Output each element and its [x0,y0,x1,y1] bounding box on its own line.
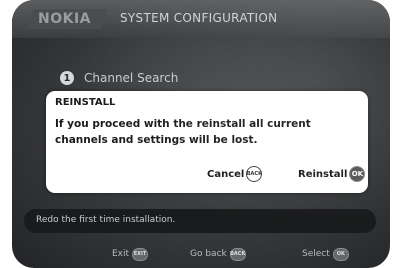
back-key-label: BACK [246,171,262,177]
exit-key-icon: EXIT [132,247,149,261]
menu-item-channel-search[interactable]: 1 Channel Search [60,68,178,88]
reinstall-button[interactable]: Reinstall OK [298,165,366,183]
cancel-label: Cancel [207,168,245,180]
reinstall-dialog: REINSTALL If you proceed with the reinst… [46,91,368,193]
ok-key-icon: OK [349,166,366,182]
exit-label: Exit [112,249,130,259]
page-title: SYSTEM CONFIGURATION [120,11,278,25]
cancel-button[interactable]: Cancel BACK [207,165,263,183]
menu-item-label: Channel Search [84,71,179,85]
ok-key-icon: OK [332,247,349,261]
help-text: Redo the first time installation. [36,215,176,225]
menu-item-number: 1 [60,71,74,85]
back-key-icon: BACK [246,166,263,182]
select-label: Select [302,249,330,259]
tv-screen: NOKIA SYSTEM CONFIGURATION 1 Channel Sea… [12,0,390,268]
dialog-title: REINSTALL [55,97,116,108]
brand-name: NOKIA [38,11,92,27]
back-key-label: BACK [230,251,246,257]
back-key-icon: BACK [229,247,246,261]
header-bar: NOKIA SYSTEM CONFIGURATION [12,0,390,38]
brand-logo: NOKIA [26,9,108,29]
ok-key-label: OK [351,170,364,178]
exit-key-label: EXIT [133,251,147,257]
go-back-hint[interactable]: Go back BACK [190,246,246,262]
select-hint[interactable]: Select OK [302,246,349,262]
go-back-label: Go back [190,249,227,259]
exit-hint[interactable]: Exit EXIT [112,246,149,262]
help-bar: Redo the first time installation. [24,209,376,233]
dialog-message: If you proceed with the reinstall all cu… [55,118,311,146]
reinstall-label: Reinstall [298,168,348,180]
ok-key-label: OK [336,251,345,257]
